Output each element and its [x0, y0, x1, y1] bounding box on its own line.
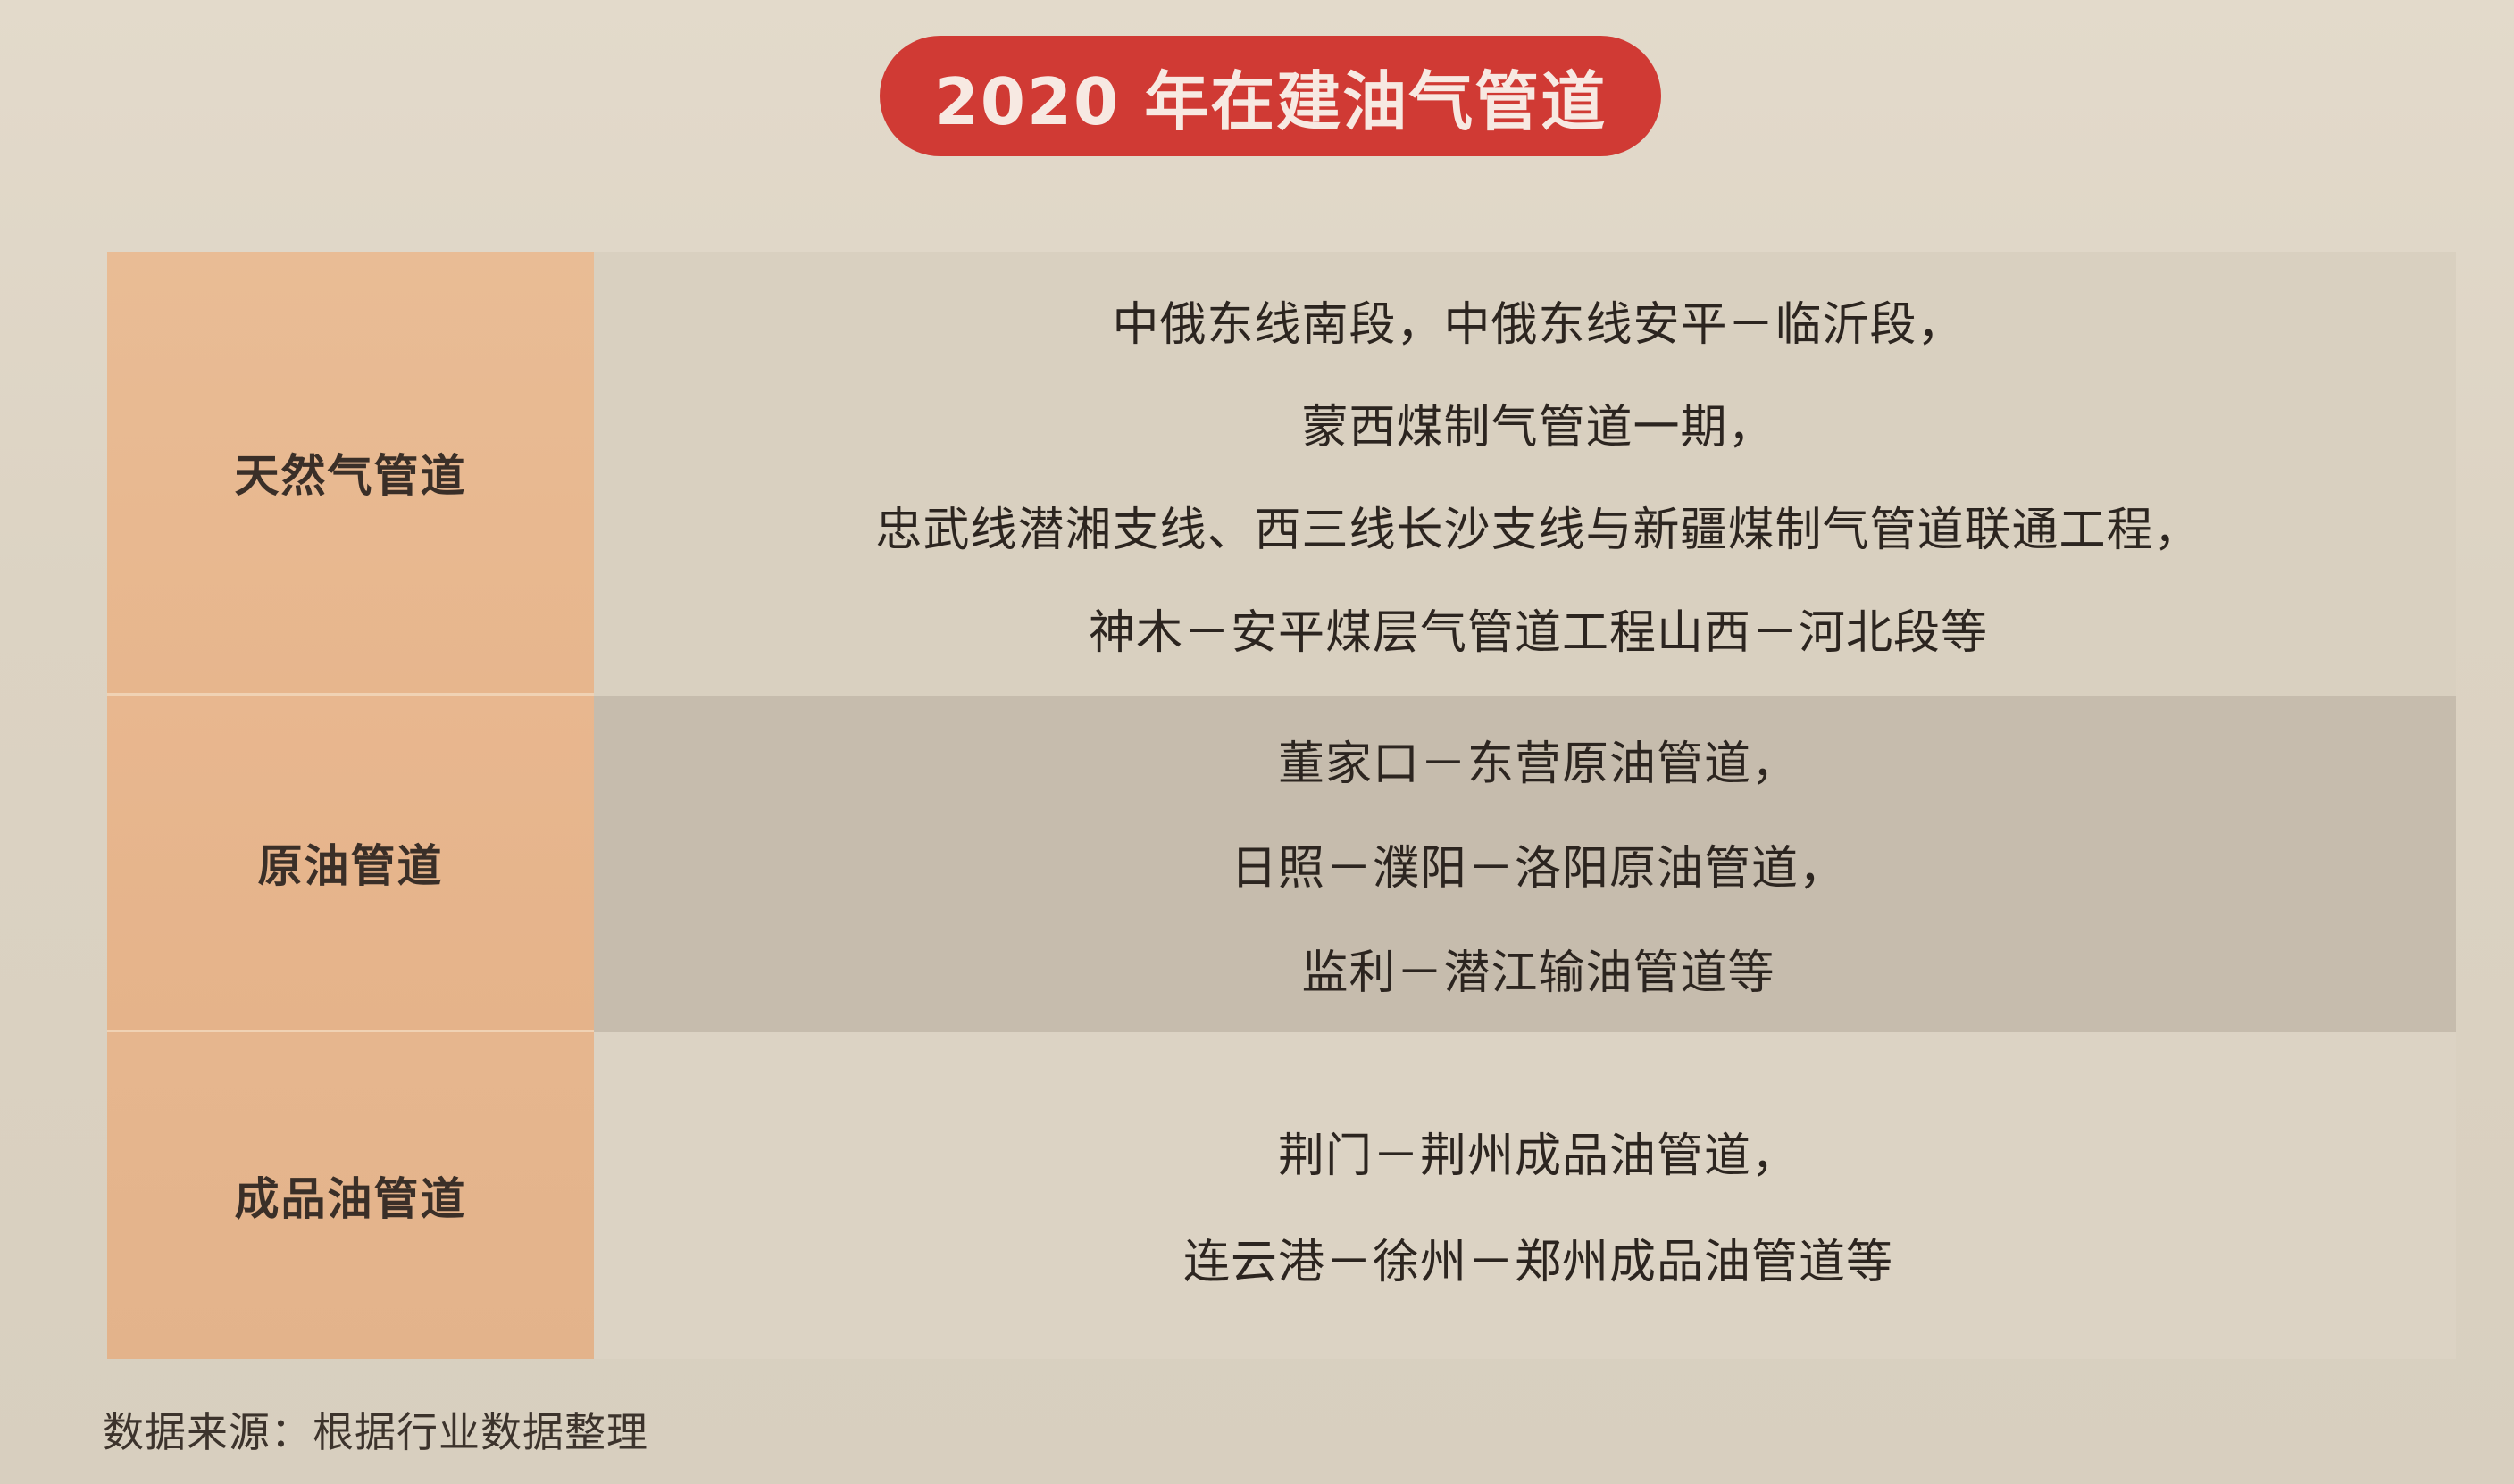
pipeline-item: 董家口－东营原油管道，	[1277, 738, 1799, 791]
category-label: 天然气管道	[234, 450, 467, 502]
pipeline-item: 忠武线潜湘支线、西三线长沙支线与新疆煤制气管道联通工程，	[875, 503, 2201, 557]
page-title: 2020 年在建油气管道	[933, 64, 1608, 139]
pipeline-list: 荆门－荆州成品油管道， 连云港－徐州－郑州成品油管道等	[594, 1032, 2456, 1359]
table-row-natural-gas: 天然气管道 中俄东线南段，中俄东线安平－临沂段， 蒙西煤制气管道一期， 忠武线潜…	[107, 252, 2456, 696]
pipeline-item: 荆门－荆州成品油管道，	[1277, 1130, 1799, 1183]
title-banner: 2020 年在建油气管道	[880, 36, 1661, 156]
table-row-refined-oil: 成品油管道 荆门－荆州成品油管道， 连云港－徐州－郑州成品油管道等	[107, 1032, 2456, 1359]
page-background: 2020 年在建油气管道 天然气管道 中俄东线南段，中俄东线安平－临沂段， 蒙西…	[0, 0, 2514, 1484]
pipeline-item: 中俄东线南段，中俄东线安平－临沂段，	[1112, 297, 1965, 352]
pipeline-item: 监利－潜江输油管道等	[1301, 946, 1775, 1000]
pipeline-item: 连云港－徐州－郑州成品油管道等	[1182, 1236, 1893, 1289]
pipeline-item: 日照－濮阳－洛阳原油管道，	[1230, 842, 1846, 896]
pipeline-list: 中俄东线南段，中俄东线安平－临沂段， 蒙西煤制气管道一期， 忠武线潜湘支线、西三…	[594, 252, 2456, 696]
pipeline-item: 蒙西煤制气管道一期，	[1301, 400, 1775, 454]
pipeline-item: 神木－安平煤层气管道工程山西－河北段等	[1088, 605, 1988, 660]
category-cell: 成品油管道	[107, 1032, 594, 1359]
category-cell: 天然气管道	[107, 252, 594, 696]
pipeline-table: 天然气管道 中俄东线南段，中俄东线安平－临沂段， 蒙西煤制气管道一期， 忠武线潜…	[107, 252, 2456, 1359]
category-label: 成品油管道	[234, 1173, 467, 1225]
data-source-note: 数据来源：根据行业数据整理	[103, 1408, 648, 1456]
pipeline-list: 董家口－东营原油管道， 日照－濮阳－洛阳原油管道， 监利－潜江输油管道等	[594, 696, 2456, 1032]
category-label: 原油管道	[257, 840, 444, 892]
category-cell: 原油管道	[107, 696, 594, 1032]
table-row-crude-oil: 原油管道 董家口－东营原油管道， 日照－濮阳－洛阳原油管道， 监利－潜江输油管道…	[107, 696, 2456, 1032]
